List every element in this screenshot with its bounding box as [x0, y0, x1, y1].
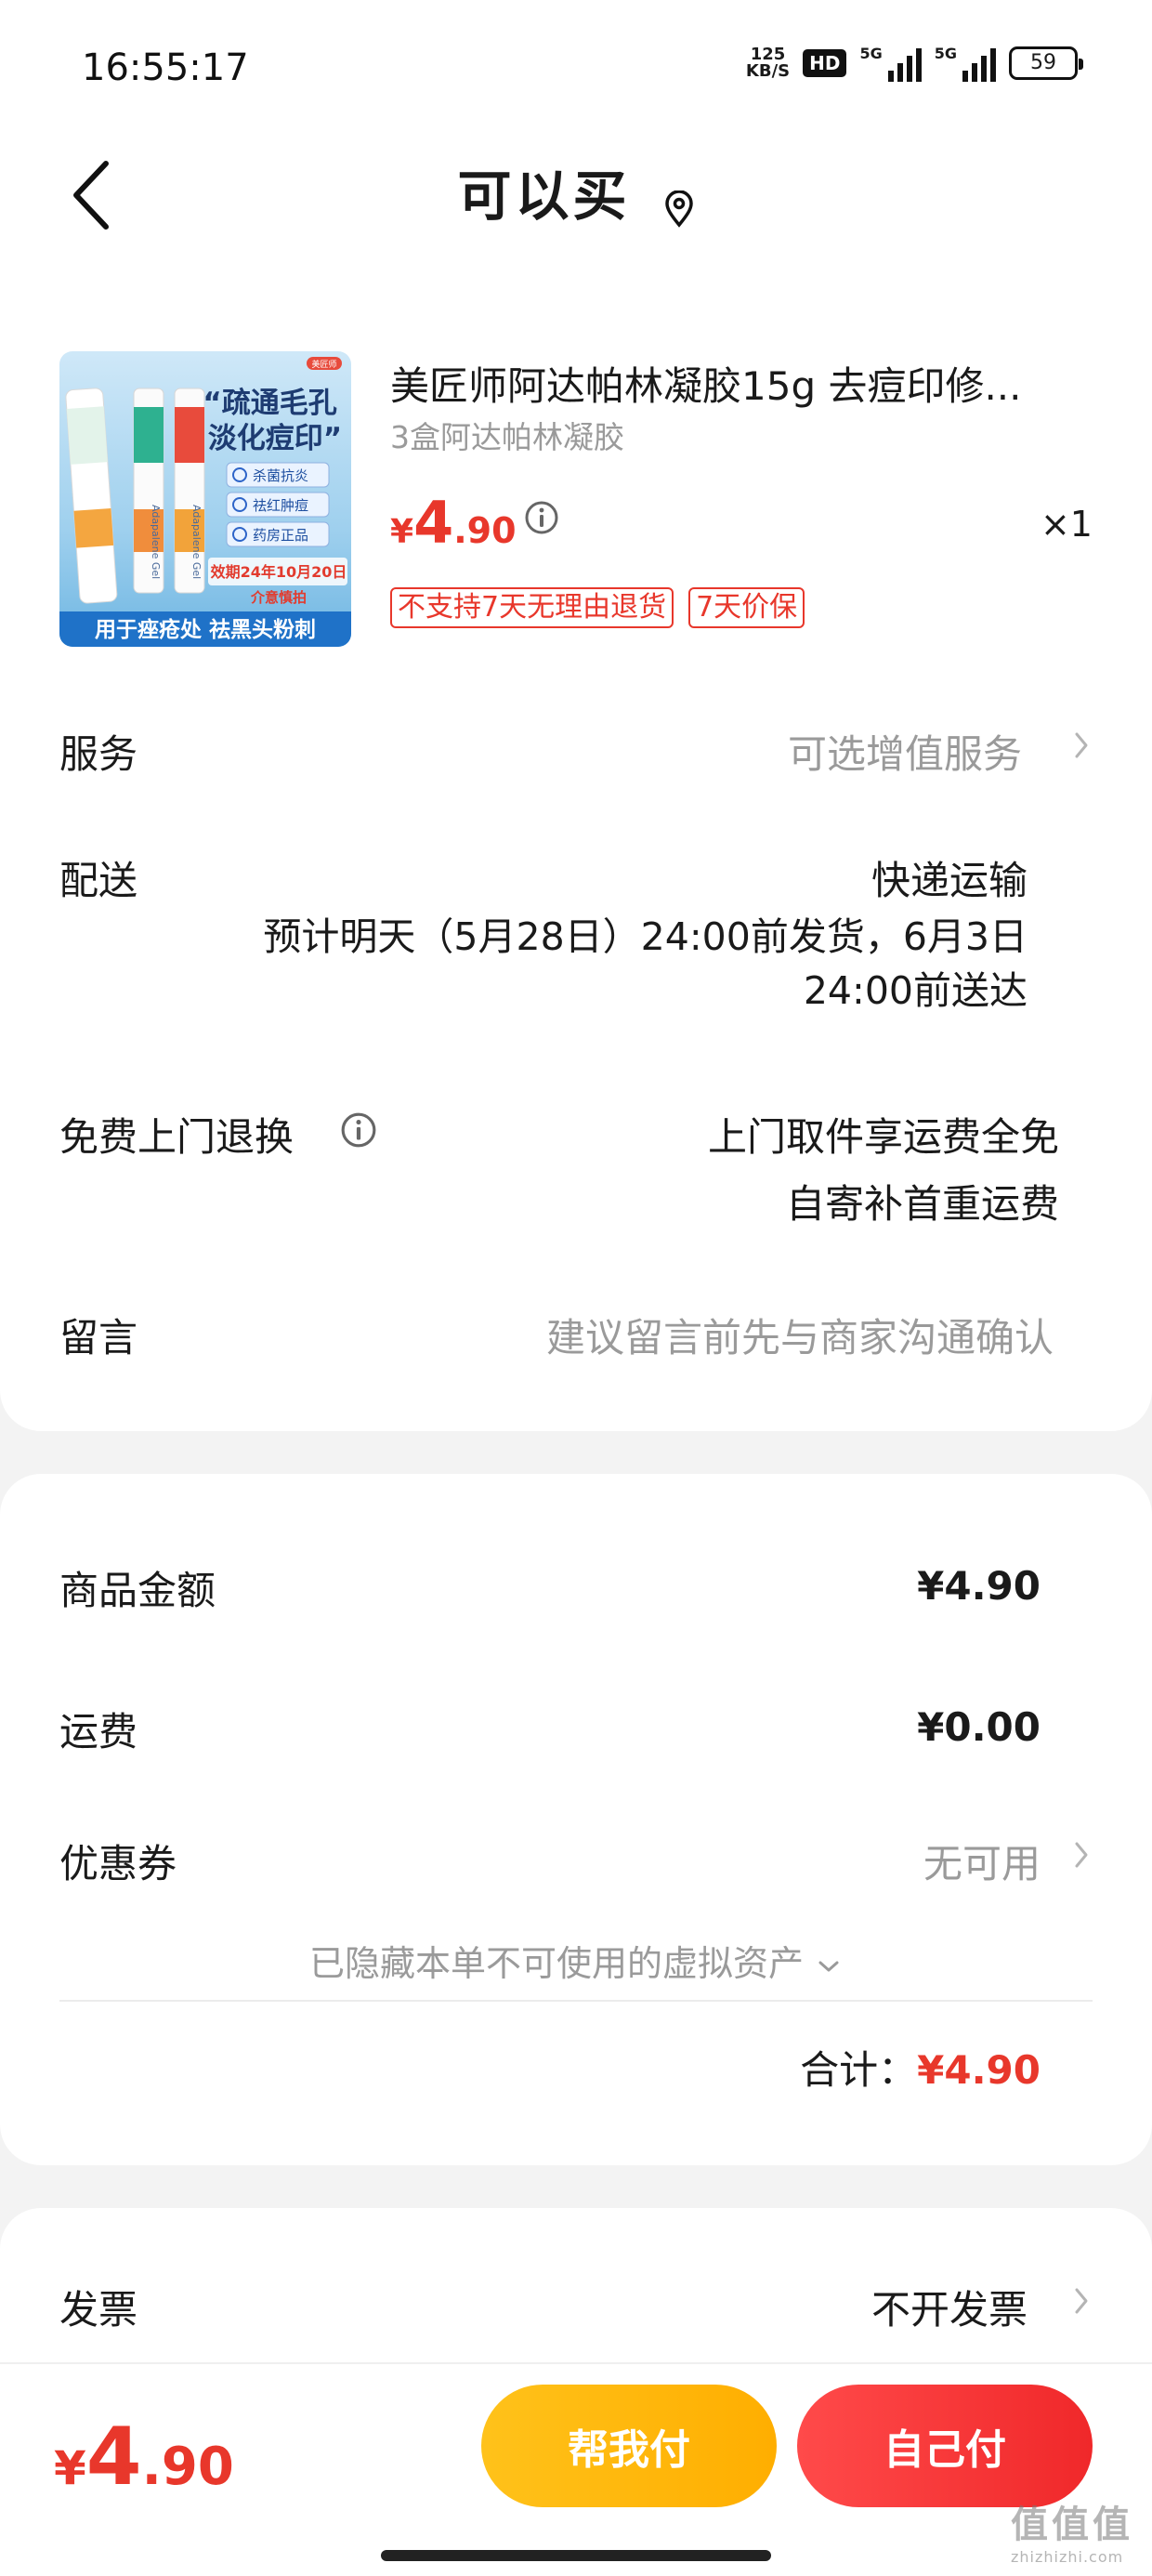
total-row: 合计：¥4.90 [800, 2039, 1041, 2096]
product-image-brand: 美匠师 [311, 359, 336, 370]
shipping-label: 运费 [59, 1709, 138, 1755]
divider [59, 2000, 1093, 2002]
return-pickup-note: 上门取件享运费全免 [707, 1114, 1059, 1160]
delivery-method: 快递运输 [871, 858, 1028, 903]
shipping-value: ¥0.00 [917, 1704, 1041, 1750]
status-icons: 125 KB/S HD 5G 5G 59 [745, 45, 1083, 82]
goods-amount-label: 商品金额 [59, 1568, 216, 1613]
invoice-label: 发票 [59, 2287, 138, 2333]
tag-7day-price-protect[interactable]: 7天价保 [688, 587, 805, 628]
product-sku: 3盒阿达帕林凝胶 [390, 419, 624, 455]
product-image-feature: 药房正品 [253, 527, 308, 544]
price-summary-card: 商品金额 ¥4.90 运费 ¥0.00 优惠券 无可用 已隐藏本单不可使用的虚拟… [0, 1474, 1152, 2165]
watermark: 值值值 zhizhizhi.com [1011, 2504, 1133, 2566]
checkout-bar: ¥4.90 帮我付 自己付 值值值 zhizhizhi.com [0, 2362, 1152, 2576]
coupon-value: 无可用 [923, 1841, 1041, 1886]
help-pay-button[interactable]: 帮我付 [481, 2385, 777, 2507]
battery-icon: 59 [1009, 46, 1083, 80]
status-bar: 16:55:17 125 KB/S HD 5G 5G 59 [0, 0, 1152, 139]
self-pay-button[interactable]: 自己付 [797, 2385, 1093, 2507]
checkout-price: ¥4.90 [54, 2411, 234, 2504]
delivery-estimate: 24:00前送达 [803, 968, 1028, 1013]
product-tags: 不支持7天无理由退货 7天价保 [390, 587, 805, 628]
product-quantity: ×1 [1040, 504, 1093, 545]
goods-amount-value: ¥4.90 [917, 1563, 1041, 1609]
chevron-right-icon [1075, 1842, 1088, 1868]
chevron-right-icon [1075, 732, 1088, 758]
total-value: ¥4.90 [917, 2047, 1041, 2093]
chevron-right-icon [1075, 2288, 1088, 2314]
product-price: ¥4.90 [390, 489, 517, 557]
tag-no-7day-return: 不支持7天无理由退货 [390, 587, 674, 628]
product-image-tube-label: Adapalene Gel [190, 505, 203, 579]
product-image-banner: 用于痤疮处 祛黑头粉刺 [95, 617, 316, 642]
signal-icon: 5G [859, 45, 922, 82]
product-image-expiry: 效期24年10月20日 [211, 563, 347, 581]
delivery-estimate: 预计明天（5月28日）24:00前发货，6月3日 [263, 914, 1028, 959]
message-input[interactable]: 建议留言前先与商家沟通确认 [546, 1307, 1054, 1363]
total-label: 合计： [800, 2047, 918, 2093]
delivery-label: 配送 [59, 858, 138, 903]
location-pin-icon[interactable] [663, 189, 695, 231]
order-details-card: Adapalene Gel Adapalene Gel 美匠师 “疏通毛孔 淡化… [0, 307, 1152, 1431]
product-image-tube-label: Adapalene Gel [150, 505, 162, 579]
return-info-icon[interactable] [340, 1111, 377, 1149]
network-speed: 125 KB/S [745, 45, 791, 81]
product-image-feature: 杀菌抗炎 [253, 467, 308, 484]
chevron-down-icon [818, 1961, 839, 1971]
product-image-headline: “疏通毛孔 [203, 387, 336, 420]
product-image-caution: 介意慎拍 [250, 589, 307, 606]
product-name[interactable]: 美匠师阿达帕林凝胶15g 去痘印修... [390, 355, 1059, 412]
coupon-label: 优惠券 [59, 1841, 177, 1886]
product-image-feature: 祛红肿痘 [253, 497, 308, 514]
free-return-label: 免费上门退换 [59, 1114, 295, 1160]
status-time: 16:55:17 [82, 46, 249, 89]
nav-header: 可以买 [0, 139, 1152, 307]
hd-icon: HD [803, 49, 847, 77]
return-self-ship-note: 自寄补首重运费 [785, 1181, 1059, 1227]
price-info-icon[interactable] [524, 500, 559, 535]
invoice-value: 不开发票 [871, 2287, 1028, 2333]
signal-icon: 5G [935, 45, 996, 82]
service-label: 服务 [59, 731, 138, 777]
message-label: 留言 [59, 1315, 138, 1360]
product-image[interactable]: Adapalene Gel Adapalene Gel 美匠师 “疏通毛孔 淡化… [59, 351, 351, 647]
hidden-assets-toggle[interactable]: 已隐藏本单不可使用的虚拟资产 [0, 1935, 1152, 1986]
home-indicator[interactable] [381, 2550, 771, 2561]
product-image-headline-line: 淡化痘印” [208, 422, 342, 455]
service-value: 可选增值服务 [787, 731, 1022, 777]
page-title: 可以买 [457, 164, 631, 228]
